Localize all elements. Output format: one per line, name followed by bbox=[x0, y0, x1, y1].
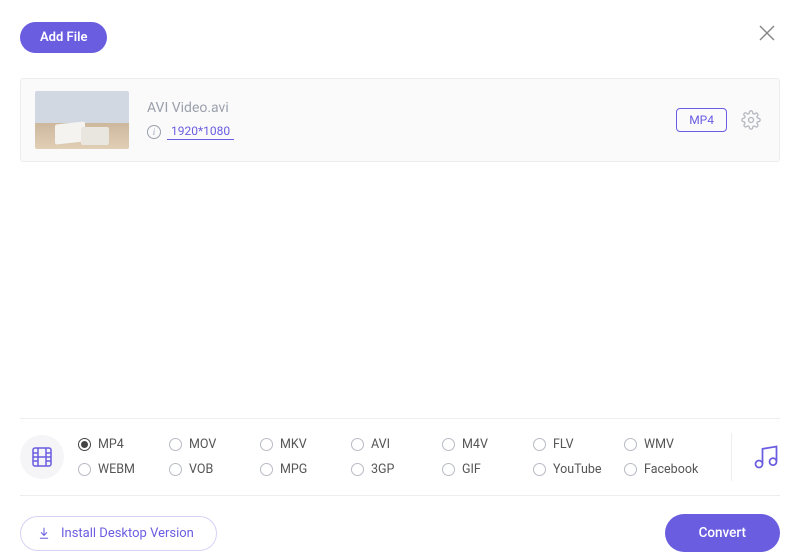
radio-icon bbox=[169, 438, 182, 451]
format-option-label: YouTube bbox=[553, 462, 602, 477]
format-option-label: MPG bbox=[280, 462, 307, 477]
install-desktop-button[interactable]: Install Desktop Version bbox=[20, 516, 217, 551]
app-window: Add File AVI Video.avi i 1920*1080 MP4 bbox=[0, 0, 800, 552]
radio-icon bbox=[78, 438, 91, 451]
radio-icon bbox=[624, 463, 637, 476]
video-mode-button[interactable] bbox=[20, 435, 64, 479]
format-option-youtube[interactable]: YouTube bbox=[533, 462, 620, 477]
format-option-label: MKV bbox=[280, 437, 307, 452]
format-option-facebook[interactable]: Facebook bbox=[624, 462, 711, 477]
format-option-label: MOV bbox=[189, 437, 216, 452]
format-option-3gp[interactable]: 3GP bbox=[351, 462, 438, 477]
radio-icon bbox=[442, 438, 455, 451]
info-icon[interactable]: i bbox=[147, 125, 161, 139]
format-option-label: M4V bbox=[462, 437, 488, 452]
radio-icon bbox=[169, 463, 182, 476]
radio-icon bbox=[624, 438, 637, 451]
convert-button[interactable]: Convert bbox=[665, 514, 780, 552]
radio-icon bbox=[351, 438, 364, 451]
close-icon[interactable] bbox=[758, 24, 776, 42]
radio-icon bbox=[260, 463, 273, 476]
format-option-flv[interactable]: FLV bbox=[533, 437, 620, 452]
format-option-vob[interactable]: VOB bbox=[169, 462, 256, 477]
format-option-webm[interactable]: WEBM bbox=[78, 462, 165, 477]
format-option-label: GIF bbox=[462, 462, 481, 477]
radio-icon bbox=[442, 463, 455, 476]
format-option-label: MP4 bbox=[98, 437, 124, 452]
file-info: AVI Video.avi i 1920*1080 bbox=[147, 100, 658, 140]
format-option-label: FLV bbox=[553, 437, 574, 452]
format-option-wmv[interactable]: WMV bbox=[624, 437, 711, 452]
add-file-button[interactable]: Add File bbox=[20, 22, 107, 53]
file-resolution-label[interactable]: 1920*1080 bbox=[167, 124, 234, 140]
format-option-label: WEBM bbox=[98, 462, 135, 477]
format-option-m4v[interactable]: M4V bbox=[442, 437, 529, 452]
file-meta: i 1920*1080 bbox=[147, 124, 658, 140]
format-option-avi[interactable]: AVI bbox=[351, 437, 438, 452]
format-option-label: WMV bbox=[644, 437, 674, 452]
format-option-gif[interactable]: GIF bbox=[442, 462, 529, 477]
file-name-label: AVI Video.avi bbox=[147, 100, 658, 116]
radio-icon bbox=[533, 463, 546, 476]
download-icon bbox=[37, 526, 51, 540]
footer-bar: Install Desktop Version Convert bbox=[20, 496, 780, 552]
film-icon bbox=[30, 445, 54, 469]
format-option-label: Facebook bbox=[644, 462, 698, 477]
divider bbox=[731, 433, 732, 481]
format-options-grid: MP4 MOV MKV AVI M4V FLV WMV WEBM VOB MPG 3GP GIF You… bbox=[78, 437, 711, 477]
radio-icon bbox=[260, 438, 273, 451]
video-thumbnail[interactable] bbox=[35, 91, 129, 149]
music-icon[interactable] bbox=[752, 443, 780, 471]
format-option-mp4[interactable]: MP4 bbox=[78, 437, 165, 452]
format-option-label: VOB bbox=[189, 462, 213, 477]
file-list-item: AVI Video.avi i 1920*1080 MP4 bbox=[20, 78, 780, 162]
install-desktop-label: Install Desktop Version bbox=[61, 526, 194, 541]
format-option-mpg[interactable]: MPG bbox=[260, 462, 347, 477]
content-spacer bbox=[20, 162, 780, 418]
radio-icon bbox=[78, 463, 91, 476]
gear-icon[interactable] bbox=[741, 110, 761, 130]
radio-icon bbox=[351, 463, 364, 476]
output-format-button[interactable]: MP4 bbox=[676, 108, 727, 132]
file-item-actions: MP4 bbox=[676, 108, 761, 132]
radio-icon bbox=[533, 438, 546, 451]
format-option-mov[interactable]: MOV bbox=[169, 437, 256, 452]
format-selector-bar: MP4 MOV MKV AVI M4V FLV WMV WEBM VOB MPG 3GP GIF You… bbox=[20, 418, 780, 496]
format-option-label: 3GP bbox=[371, 462, 394, 477]
format-option-mkv[interactable]: MKV bbox=[260, 437, 347, 452]
format-option-label: AVI bbox=[371, 437, 390, 452]
top-bar: Add File bbox=[20, 0, 780, 56]
